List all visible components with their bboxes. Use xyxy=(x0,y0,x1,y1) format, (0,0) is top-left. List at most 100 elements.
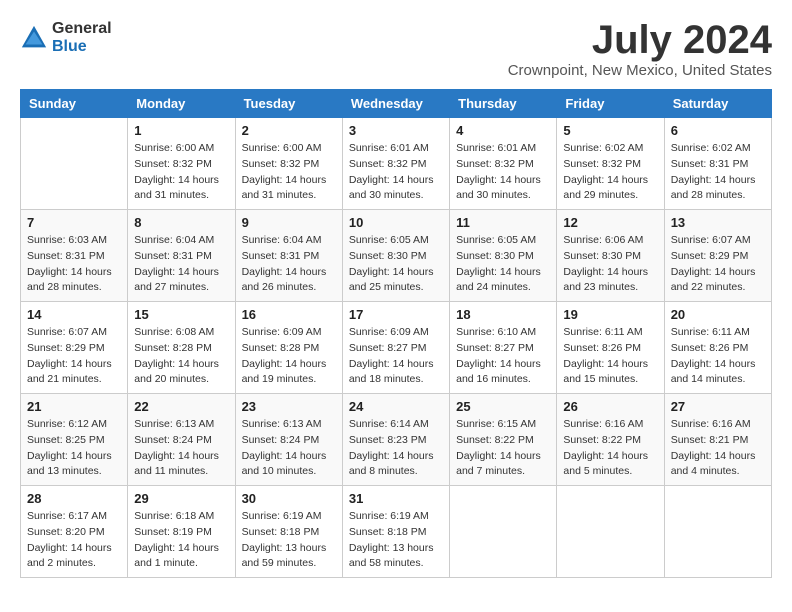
calendar-cell: 11Sunrise: 6:05 AMSunset: 8:30 PMDayligh… xyxy=(450,210,557,302)
calendar-cell: 27Sunrise: 6:16 AMSunset: 8:21 PMDayligh… xyxy=(664,394,771,486)
calendar-cell: 20Sunrise: 6:11 AMSunset: 8:26 PMDayligh… xyxy=(664,302,771,394)
calendar-cell: 2 Sunrise: 6:00 AMSunset: 8:32 PMDaylight… xyxy=(235,118,342,210)
day-info: Sunrise: 6:00 AMSunset: 8:32 PMDaylight:… xyxy=(242,141,336,204)
calendar-header-row: SundayMondayTuesdayWednesdayThursdayFrid… xyxy=(21,90,772,118)
logo-icon xyxy=(20,24,48,52)
day-number: 12 xyxy=(563,215,657,230)
calendar-cell: 10 Sunrise: 6:05 AMSunset: 8:30 PMDayligh… xyxy=(342,210,449,302)
day-number: 18 xyxy=(456,307,550,322)
day-info: Sunrise: 6:12 AMSunset: 8:25 PMDaylight:… xyxy=(27,417,121,480)
day-info: Sunrise: 6:05 AMSunset: 8:30 PMDaylight:… xyxy=(349,233,443,296)
logo-blue-label: Blue xyxy=(52,38,112,56)
header-monday: Monday xyxy=(128,90,235,118)
day-number: 17 xyxy=(349,307,443,322)
calendar-cell: 15 Sunrise: 6:08 AMSunset: 8:28 PMDayligh… xyxy=(128,302,235,394)
day-info: Sunrise: 6:15 AMSunset: 8:22 PMDaylight:… xyxy=(456,417,550,480)
day-info: Sunrise: 6:08 AMSunset: 8:28 PMDaylight:… xyxy=(134,325,228,388)
day-number: 6 xyxy=(671,123,765,138)
day-number: 15 xyxy=(134,307,228,322)
calendar-cell: 24 Sunrise: 6:14 AMSunset: 8:23 PMDayligh… xyxy=(342,394,449,486)
day-number: 7 xyxy=(27,215,121,230)
day-number: 2 xyxy=(242,123,336,138)
day-number: 20 xyxy=(671,307,765,322)
day-number: 4 xyxy=(456,123,550,138)
title-block: July 2024 Crownpoint, New Mexico, United… xyxy=(508,20,772,79)
page-header: General Blue July 2024 Crownpoint, New M… xyxy=(20,20,772,79)
header-sunday: Sunday xyxy=(21,90,128,118)
calendar-cell: 26Sunrise: 6:16 AMSunset: 8:22 PMDayligh… xyxy=(557,394,664,486)
day-number: 14 xyxy=(27,307,121,322)
day-info: Sunrise: 6:02 AMSunset: 8:32 PMDaylight:… xyxy=(563,141,657,204)
calendar-cell: 6 Sunrise: 6:02 AMSunset: 8:31 PMDaylight… xyxy=(664,118,771,210)
header-tuesday: Tuesday xyxy=(235,90,342,118)
day-info: Sunrise: 6:04 AMSunset: 8:31 PMDaylight:… xyxy=(242,233,336,296)
day-number: 24 xyxy=(349,399,443,414)
calendar-week-5: 28 Sunrise: 6:17 AMSunset: 8:20 PMDayligh… xyxy=(21,486,772,578)
day-number: 25 xyxy=(456,399,550,414)
calendar-cell: 5 Sunrise: 6:02 AMSunset: 8:32 PMDaylight… xyxy=(557,118,664,210)
day-info: Sunrise: 6:17 AMSunset: 8:20 PMDaylight:… xyxy=(27,509,121,572)
calendar-cell: 19 Sunrise: 6:11 AMSunset: 8:26 PMDayligh… xyxy=(557,302,664,394)
day-number: 21 xyxy=(27,399,121,414)
logo: General Blue xyxy=(20,20,112,55)
calendar-cell: 12 Sunrise: 6:06 AMSunset: 8:30 PMDayligh… xyxy=(557,210,664,302)
day-info: Sunrise: 6:09 AMSunset: 8:28 PMDaylight:… xyxy=(242,325,336,388)
day-info: Sunrise: 6:06 AMSunset: 8:30 PMDaylight:… xyxy=(563,233,657,296)
header-thursday: Thursday xyxy=(450,90,557,118)
day-number: 19 xyxy=(563,307,657,322)
day-number: 31 xyxy=(349,491,443,506)
calendar-week-3: 14 Sunrise: 6:07 AMSunset: 8:29 PMDayligh… xyxy=(21,302,772,394)
day-info: Sunrise: 6:07 AMSunset: 8:29 PMDaylight:… xyxy=(27,325,121,388)
day-info: Sunrise: 6:11 AMSunset: 8:26 PMDaylight:… xyxy=(563,325,657,388)
month-title: July 2024 xyxy=(508,20,772,60)
calendar-cell: 8 Sunrise: 6:04 AMSunset: 8:31 PMDaylight… xyxy=(128,210,235,302)
calendar-cell xyxy=(664,486,771,578)
header-wednesday: Wednesday xyxy=(342,90,449,118)
calendar-cell: 31Sunrise: 6:19 AMSunset: 8:18 PMDayligh… xyxy=(342,486,449,578)
calendar-cell: 25 Sunrise: 6:15 AMSunset: 8:22 PMDayligh… xyxy=(450,394,557,486)
calendar-cell: 9 Sunrise: 6:04 AMSunset: 8:31 PMDaylight… xyxy=(235,210,342,302)
day-info: Sunrise: 6:07 AMSunset: 8:29 PMDaylight:… xyxy=(671,233,765,296)
day-number: 3 xyxy=(349,123,443,138)
calendar-cell: 22 Sunrise: 6:13 AMSunset: 8:24 PMDayligh… xyxy=(128,394,235,486)
day-info: Sunrise: 6:00 AMSunset: 8:32 PMDaylight:… xyxy=(134,141,228,204)
day-number: 13 xyxy=(671,215,765,230)
day-number: 8 xyxy=(134,215,228,230)
calendar-cell: 7Sunrise: 6:03 AMSunset: 8:31 PMDaylight… xyxy=(21,210,128,302)
day-number: 9 xyxy=(242,215,336,230)
calendar-cell: 4 Sunrise: 6:01 AMSunset: 8:32 PMDaylight… xyxy=(450,118,557,210)
calendar-week-2: 7Sunrise: 6:03 AMSunset: 8:31 PMDaylight… xyxy=(21,210,772,302)
day-info: Sunrise: 6:18 AMSunset: 8:19 PMDaylight:… xyxy=(134,509,228,572)
day-info: Sunrise: 6:09 AMSunset: 8:27 PMDaylight:… xyxy=(349,325,443,388)
calendar-cell xyxy=(21,118,128,210)
day-number: 23 xyxy=(242,399,336,414)
calendar-cell xyxy=(557,486,664,578)
day-number: 22 xyxy=(134,399,228,414)
day-info: Sunrise: 6:02 AMSunset: 8:31 PMDaylight:… xyxy=(671,141,765,204)
calendar-week-4: 21 Sunrise: 6:12 AMSunset: 8:25 PMDayligh… xyxy=(21,394,772,486)
calendar-cell: 17 Sunrise: 6:09 AMSunset: 8:27 PMDayligh… xyxy=(342,302,449,394)
day-number: 5 xyxy=(563,123,657,138)
day-info: Sunrise: 6:01 AMSunset: 8:32 PMDaylight:… xyxy=(456,141,550,204)
calendar-cell: 3Sunrise: 6:01 AMSunset: 8:32 PMDaylight… xyxy=(342,118,449,210)
day-number: 1 xyxy=(134,123,228,138)
day-number: 16 xyxy=(242,307,336,322)
day-info: Sunrise: 6:13 AMSunset: 8:24 PMDaylight:… xyxy=(134,417,228,480)
day-number: 30 xyxy=(242,491,336,506)
day-info: Sunrise: 6:14 AMSunset: 8:23 PMDaylight:… xyxy=(349,417,443,480)
day-number: 28 xyxy=(27,491,121,506)
calendar-cell: 14 Sunrise: 6:07 AMSunset: 8:29 PMDayligh… xyxy=(21,302,128,394)
calendar-cell: 21 Sunrise: 6:12 AMSunset: 8:25 PMDayligh… xyxy=(21,394,128,486)
day-info: Sunrise: 6:04 AMSunset: 8:31 PMDaylight:… xyxy=(134,233,228,296)
day-info: Sunrise: 6:13 AMSunset: 8:24 PMDaylight:… xyxy=(242,417,336,480)
day-number: 10 xyxy=(349,215,443,230)
location-label: Crownpoint, New Mexico, United States xyxy=(508,62,772,79)
calendar-cell: 29Sunrise: 6:18 AMSunset: 8:19 PMDayligh… xyxy=(128,486,235,578)
calendar-cell: 28 Sunrise: 6:17 AMSunset: 8:20 PMDayligh… xyxy=(21,486,128,578)
calendar-cell xyxy=(450,486,557,578)
logo-general-label: General xyxy=(52,20,112,38)
calendar-table: SundayMondayTuesdayWednesdayThursdayFrid… xyxy=(20,89,772,578)
day-info: Sunrise: 6:16 AMSunset: 8:22 PMDaylight:… xyxy=(563,417,657,480)
day-info: Sunrise: 6:05 AMSunset: 8:30 PMDaylight:… xyxy=(456,233,550,296)
header-friday: Friday xyxy=(557,90,664,118)
